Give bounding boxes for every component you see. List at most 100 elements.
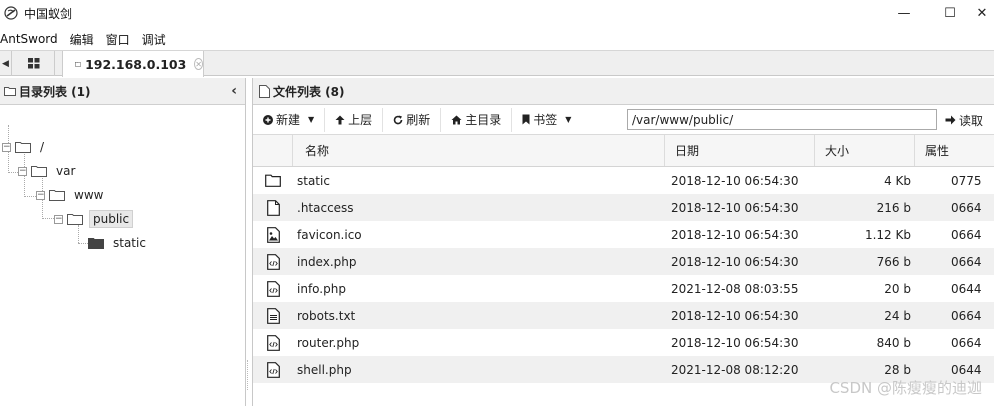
file-permission: 0644 — [951, 281, 982, 296]
minimize-button[interactable]: — — [884, 0, 924, 26]
file-name: static — [297, 173, 330, 188]
file-size: 840 b — [876, 335, 911, 350]
menu-antsword[interactable]: AntSword — [0, 32, 64, 46]
file-date: 2021-12-08 08:12:20 — [671, 362, 799, 377]
tree-node-label: static — [113, 236, 146, 250]
close-window-button[interactable]: ✕ — [970, 0, 994, 26]
file-permission: 0664 — [951, 308, 982, 323]
file-name: .htaccess — [297, 200, 354, 215]
refresh-button[interactable]: 刷新 — [383, 107, 442, 132]
text-file-icon — [253, 302, 293, 329]
path-input[interactable] — [627, 109, 937, 130]
folder-closed-icon — [88, 238, 104, 249]
tree-node-label-selected: public — [89, 210, 134, 228]
file-list-header: 文件列表 (8) — [253, 78, 994, 105]
column-header-perm[interactable]: 属性 — [915, 135, 993, 166]
tab-scroll-left-icon[interactable]: ◀ — [0, 51, 12, 76]
collapse-toggle-icon[interactable]: − — [18, 166, 27, 176]
file-permission: 0664 — [951, 227, 982, 242]
file-permission: 0664 — [951, 254, 982, 269]
bookmark-icon — [522, 114, 530, 125]
home-icon — [451, 115, 462, 124]
tab-bar: ◀ 192.168.0.103 ✕ — [0, 50, 994, 77]
file-date: 2018-12-10 06:54:30 — [671, 335, 799, 350]
tab-shell-session[interactable]: 192.168.0.103 ✕ — [62, 51, 204, 77]
collapse-toggle-icon[interactable]: − — [36, 190, 45, 200]
tree-node-label: / — [40, 140, 45, 154]
column-header-date[interactable]: 日期 — [665, 135, 815, 166]
maximize-button[interactable]: ☐ — [930, 0, 970, 26]
window-title: 中国蚁剑 — [24, 6, 73, 21]
file-size: 1.12 Kb — [864, 227, 911, 242]
file-list-title: 文件列表 (8) — [273, 84, 345, 99]
file-table-body: static 2018-12-10 06:54:30 4 Kb 0775 .htacce… — [253, 167, 994, 383]
bookmark-button[interactable]: 书签 ▼ — [512, 108, 581, 132]
menu-edit[interactable]: 编辑 — [70, 31, 100, 48]
code-file-icon — [253, 248, 293, 275]
file-name: router.php — [297, 335, 360, 350]
file-icon — [259, 84, 270, 98]
refresh-icon — [393, 115, 403, 124]
antsword-app-icon — [4, 6, 18, 20]
file-size: 20 b — [884, 281, 911, 296]
file-row[interactable]: .htaccess 2018-12-10 06:54:30 216 b 0664 — [253, 194, 994, 221]
column-header-size[interactable]: 大小 — [815, 135, 915, 166]
menu-debug[interactable]: 调试 — [142, 31, 172, 48]
code-file-icon — [253, 329, 293, 356]
directory-tree: − / − var − www − public static — [0, 105, 245, 405]
column-header-name[interactable]: 名称 — [293, 135, 665, 166]
tree-connector — [24, 196, 36, 197]
file-row[interactable]: router.php 2018-12-10 06:54:30 840 b 0664 — [253, 329, 994, 356]
folder-icon — [253, 167, 293, 194]
tree-node-www[interactable]: − www — [36, 185, 106, 205]
home-dir-label: 主目录 — [465, 113, 502, 127]
file-row[interactable]: static 2018-12-10 06:54:30 4 Kb 0775 — [253, 167, 994, 194]
home-dir-button[interactable]: 主目录 — [441, 107, 513, 132]
new-button-label: 新建 — [276, 113, 301, 127]
panel-resize-handle[interactable] — [247, 360, 250, 390]
column-header-icon — [253, 135, 293, 166]
tab-close-icon[interactable]: ✕ — [194, 58, 203, 70]
tree-node-var[interactable]: − var — [18, 161, 78, 181]
tree-node-public[interactable]: − public — [54, 209, 134, 229]
read-path-button[interactable]: 读取 — [945, 108, 983, 132]
code-file-icon — [253, 356, 293, 383]
new-button[interactable]: 新建 ▼ — [253, 107, 326, 132]
tree-node-static[interactable]: static — [88, 233, 149, 253]
file-date: 2021-12-08 08:03:55 — [671, 281, 799, 296]
bookmark-label: 书签 — [533, 113, 558, 127]
menu-window[interactable]: 窗口 — [106, 31, 136, 48]
file-date: 2018-12-10 06:54:30 — [671, 200, 799, 215]
file-name: info.php — [297, 281, 346, 296]
up-level-button[interactable]: 上层 — [325, 107, 384, 132]
file-table-header: 名称 日期 大小 属性 — [253, 135, 994, 167]
file-permission: 0775 — [951, 173, 982, 188]
file-row[interactable]: info.php 2021-12-08 08:03:55 20 b 0644 — [253, 275, 994, 302]
tree-node-root[interactable]: − / — [2, 137, 47, 157]
file-icon — [253, 194, 293, 221]
file-name: shell.php — [297, 362, 352, 377]
arrow-up-icon — [335, 115, 345, 124]
title-bar: 中国蚁剑 — ☐ ✕ — [0, 0, 994, 26]
file-date: 2018-12-10 06:54:30 — [671, 173, 799, 188]
tree-connector — [78, 243, 88, 244]
file-name: robots.txt — [297, 308, 356, 323]
file-size: 766 b — [876, 254, 911, 269]
folder-icon — [4, 87, 16, 96]
file-size: 4 Kb — [884, 173, 911, 188]
dropdown-caret-icon: ▼ — [565, 115, 572, 124]
collapse-toggle-icon[interactable]: − — [54, 214, 63, 224]
collapse-toggle-icon[interactable]: − — [2, 142, 11, 152]
collapse-panel-icon[interactable]: ‹ — [231, 83, 237, 99]
file-toolbar: 新建 ▼ 上层 刷新 主目录 书签 ▼ 读取 — [253, 105, 994, 135]
directory-panel-header: 目录列表 (1) ‹ — [0, 78, 245, 105]
file-row[interactable]: favicon.ico 2018-12-10 06:54:30 1.12 Kb 066… — [253, 221, 994, 248]
file-row[interactable]: index.php 2018-12-10 06:54:30 766 b 0664 — [253, 248, 994, 275]
directory-panel-title: 目录列表 (1) — [19, 84, 91, 99]
file-name: index.php — [297, 254, 357, 269]
tab-label: 192.168.0.103 — [85, 56, 187, 72]
up-level-label: 上层 — [348, 113, 373, 127]
file-row[interactable]: robots.txt 2018-12-10 06:54:30 24 b 0664 — [253, 302, 994, 329]
folder-open-icon — [15, 142, 31, 153]
tab-home-grid[interactable] — [13, 51, 55, 76]
